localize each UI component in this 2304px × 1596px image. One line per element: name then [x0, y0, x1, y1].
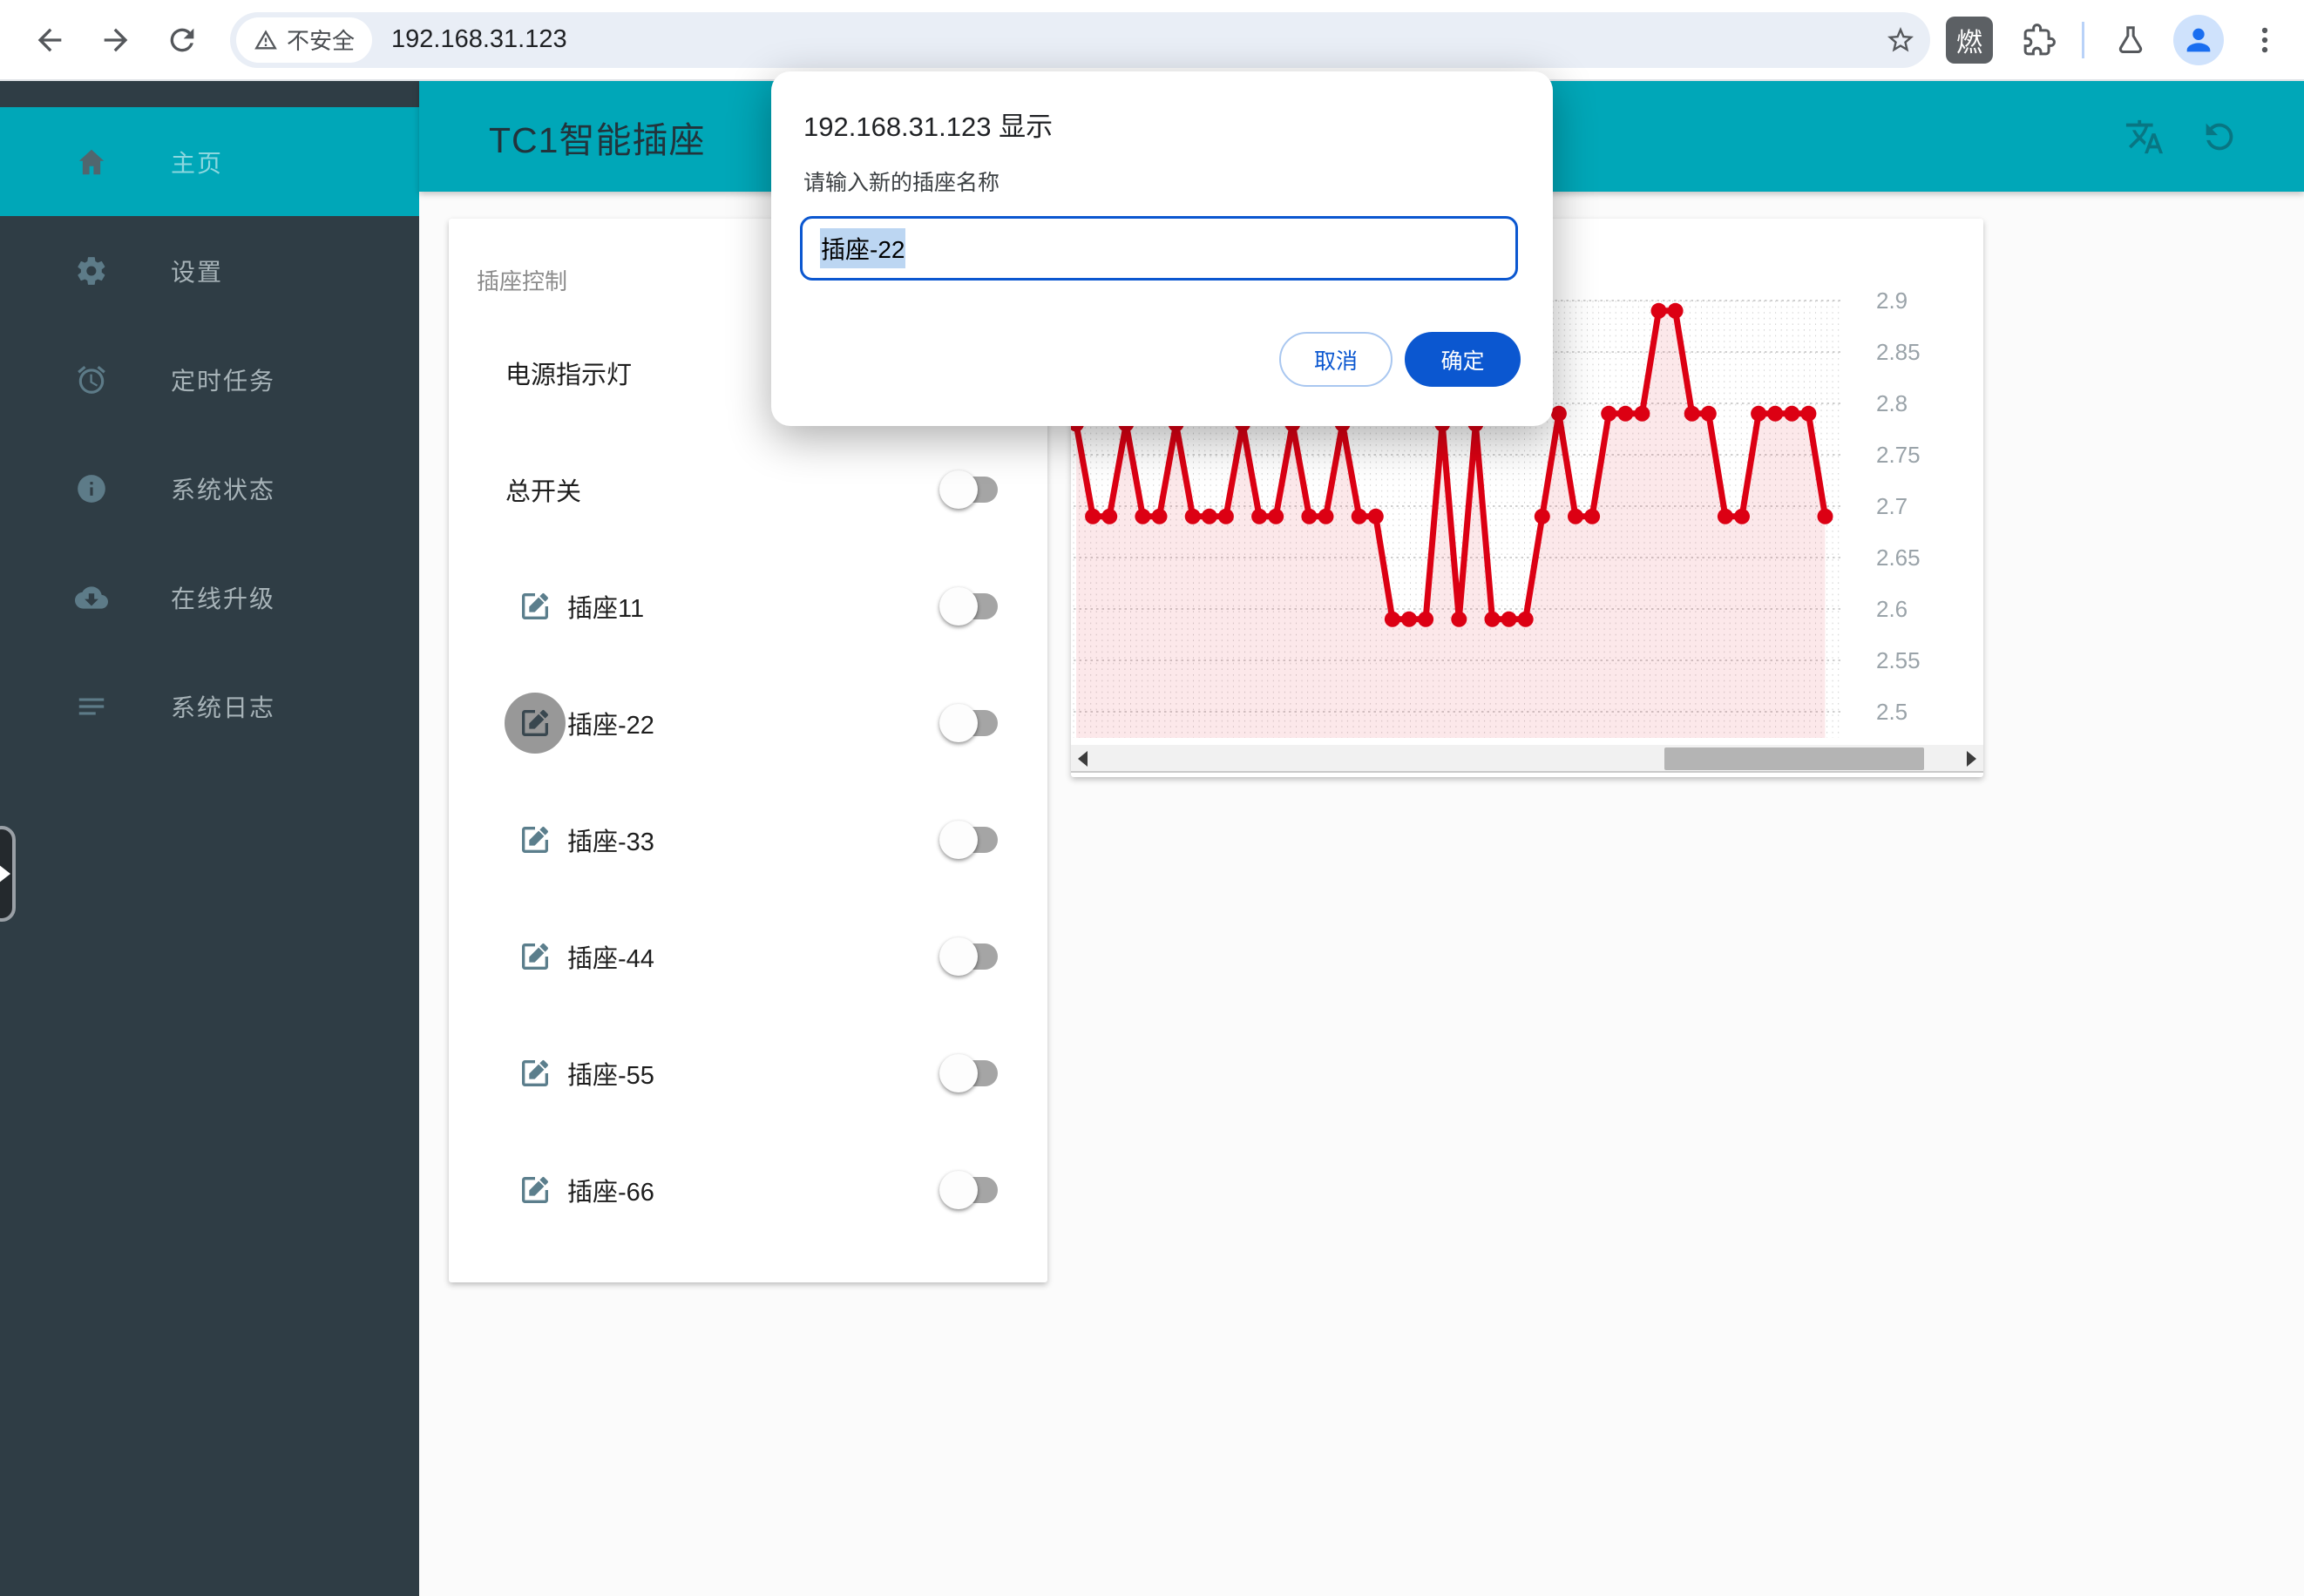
svg-text:2.7: 2.7 — [1876, 493, 1908, 519]
scrollbar-thumb[interactable] — [1664, 747, 1924, 770]
socket-row: 插座-55 — [449, 1015, 1047, 1132]
svg-text:2.6: 2.6 — [1876, 596, 1908, 622]
page-title: TC1智能插座 — [489, 111, 705, 163]
edit-socket-name-icon[interactable] — [517, 1172, 553, 1208]
prompt-dialog: 192.168.31.123 显示 请输入新的插座名称 插座-22 取消 确定 — [771, 71, 1553, 426]
drawer-expand-handle[interactable] — [0, 826, 16, 922]
reload-icon — [165, 23, 200, 57]
restart-icon[interactable] — [2199, 117, 2240, 157]
toolbar-divider — [2082, 22, 2084, 58]
edit-socket-name-icon[interactable] — [517, 588, 553, 625]
profile-avatar[interactable] — [2173, 15, 2224, 65]
translate-icon[interactable] — [2124, 117, 2165, 157]
edit-socket-name-icon[interactable] — [517, 938, 553, 975]
sidebar-item-4[interactable]: 在线升级 — [0, 543, 419, 652]
sidebar-item-label: 设置 — [171, 254, 223, 288]
socket-label: 总开关 — [505, 471, 581, 508]
edit-socket-name-icon[interactable] — [517, 705, 553, 741]
socket-row: 插座-44 — [449, 898, 1047, 1015]
sidebar-item-0[interactable]: 主页 — [0, 107, 419, 216]
svg-text:2.9: 2.9 — [1876, 287, 1908, 314]
socket-label: 插座-33 — [567, 822, 654, 858]
socket-row: 总开关 — [449, 431, 1047, 548]
forward-button[interactable] — [89, 13, 143, 67]
svg-text:2.65: 2.65 — [1876, 544, 1921, 571]
socket-toggle[interactable] — [942, 943, 998, 970]
security-chip[interactable]: 不安全 — [236, 17, 372, 63]
sidebar-item-label: 系统状态 — [171, 471, 275, 506]
svg-text:2.8: 2.8 — [1876, 390, 1908, 416]
url-text[interactable]: 192.168.31.123 — [391, 25, 1885, 54]
chevron-right-icon — [0, 864, 10, 883]
socket-toggle[interactable] — [942, 827, 998, 853]
sidebar-item-label: 系统日志 — [171, 689, 275, 724]
person-icon — [2181, 23, 2216, 57]
info-icon — [75, 472, 108, 505]
socket-row: 插座-22 — [449, 665, 1047, 781]
card-title: 插座控制 — [477, 264, 567, 296]
sidebar-item-3[interactable]: 系统状态 — [0, 434, 419, 543]
socket-toggle[interactable] — [942, 1060, 998, 1086]
socket-name-input[interactable]: 插座-22 — [800, 216, 1518, 281]
svg-text:2.5: 2.5 — [1876, 699, 1908, 725]
extensions-puzzle-icon[interactable] — [2023, 24, 2056, 57]
svg-text:2.55: 2.55 — [1876, 647, 1921, 673]
browser-toolbar: 不安全 192.168.31.123 燃 — [0, 0, 2304, 81]
alarm-icon — [75, 363, 108, 396]
socket-row: 插座-66 — [449, 1132, 1047, 1248]
cloud-download-icon — [75, 581, 108, 614]
socket-label: 插座-44 — [567, 938, 654, 975]
socket-toggle[interactable] — [942, 477, 998, 503]
edit-socket-name-icon[interactable] — [517, 822, 553, 858]
sidebar-item-2[interactable]: 定时任务 — [0, 325, 419, 434]
socket-toggle[interactable] — [942, 710, 998, 736]
socket-label: 插座-22 — [567, 705, 654, 741]
home-icon — [75, 145, 108, 179]
chart-horizontal-scrollbar[interactable] — [1071, 745, 1983, 773]
svg-text:2.75: 2.75 — [1876, 442, 1921, 468]
socket-label: 插座11 — [567, 588, 644, 625]
sidebar-item-5[interactable]: 系统日志 — [0, 652, 419, 761]
bookmark-star-icon[interactable] — [1885, 24, 1916, 56]
sidebar-item-label: 定时任务 — [171, 362, 275, 397]
security-label: 不安全 — [287, 24, 355, 56]
cancel-button[interactable]: 取消 — [1279, 332, 1393, 387]
warning-icon — [254, 28, 278, 52]
scrollbar-right-arrow[interactable] — [1967, 751, 1976, 767]
dialog-message: 请输入新的插座名称 — [803, 166, 1000, 197]
flask-icon[interactable] — [2114, 24, 2147, 57]
socket-label: 电源指示灯 — [505, 355, 632, 391]
socket-toggle[interactable] — [942, 593, 998, 619]
log-icon — [75, 690, 108, 723]
back-icon — [32, 23, 67, 57]
sidebar-item-label: 主页 — [171, 145, 223, 179]
svg-text:2.85: 2.85 — [1876, 339, 1921, 365]
socket-label: 插座-66 — [567, 1172, 654, 1208]
reload-button[interactable] — [155, 13, 209, 67]
back-button[interactable] — [23, 13, 77, 67]
forward-icon — [98, 23, 133, 57]
socket-toggle[interactable] — [942, 1177, 998, 1203]
edit-socket-name-icon[interactable] — [517, 1055, 553, 1092]
socket-row: 插座-33 — [449, 781, 1047, 898]
url-bar[interactable]: 不安全 192.168.31.123 — [230, 12, 1930, 68]
sidebar: 主页 设置 定时任务 系统状态 在线升级 系统日志 — [0, 81, 419, 1596]
sidebar-item-1[interactable]: 设置 — [0, 216, 419, 325]
extension-badge-icon[interactable]: 燃 — [1946, 17, 1993, 64]
socket-label: 插座-55 — [567, 1055, 654, 1092]
input-selected-text: 插座-22 — [820, 228, 905, 268]
ok-button[interactable]: 确定 — [1405, 332, 1521, 387]
sidebar-item-label: 在线升级 — [171, 580, 275, 615]
kebab-menu-icon[interactable] — [2248, 24, 2281, 57]
scrollbar-left-arrow[interactable] — [1078, 751, 1088, 767]
socket-row: 插座11 — [449, 548, 1047, 665]
dialog-title: 192.168.31.123 显示 — [803, 105, 1053, 144]
gear-icon — [75, 254, 108, 287]
